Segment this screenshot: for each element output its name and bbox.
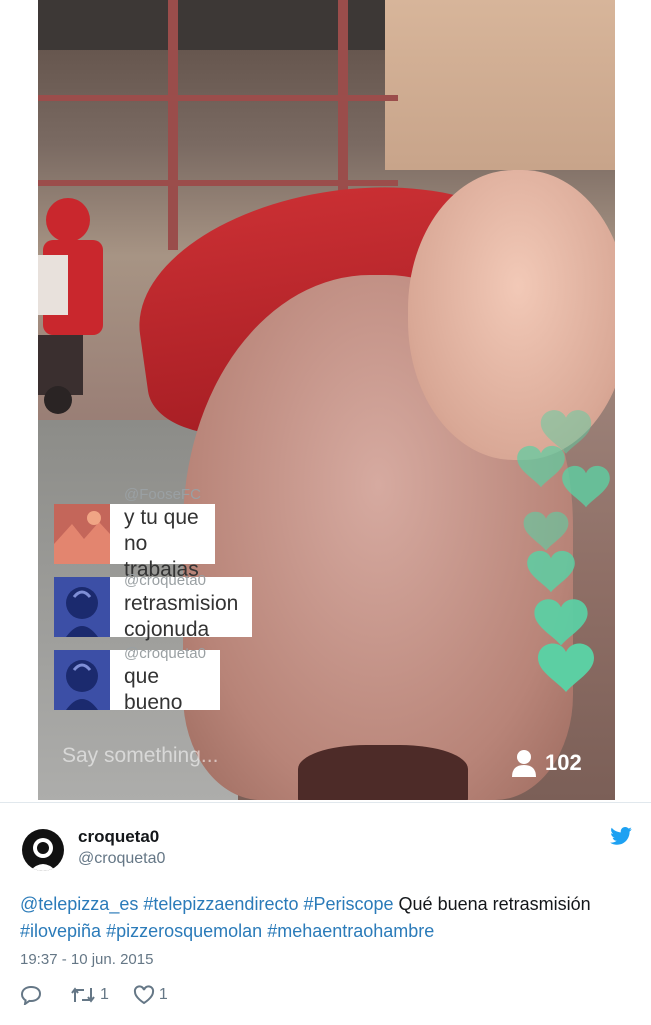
heart-icon xyxy=(562,465,610,508)
tweet-author-name[interactable]: croqueta0 xyxy=(78,827,159,847)
hearts-stream xyxy=(517,410,610,692)
tweet-actions: 1 1 xyxy=(20,985,192,1005)
video-bg-rail xyxy=(38,95,398,101)
tweet-text-segment: Qué buena retrasmisión xyxy=(393,894,591,914)
periscope-video: @FooseFC y tu que no trabajas @croqueta0… xyxy=(38,0,615,800)
comment-bubble: @croqueta0 que bueno xyxy=(110,645,220,714)
twitter-bird-icon[interactable] xyxy=(610,827,632,845)
tweet-timestamp[interactable]: 19:37 - 10 jun. 2015 xyxy=(20,951,153,968)
retweet-icon xyxy=(71,987,95,1003)
comment-text: que bueno xyxy=(124,665,183,714)
comment-handle: @croqueta0 xyxy=(124,645,206,662)
commenter-avatar xyxy=(54,504,110,564)
like-button[interactable]: 1 xyxy=(133,985,168,1005)
heart-icon xyxy=(538,643,594,692)
video-bg-building xyxy=(385,0,615,170)
person-icon xyxy=(512,750,536,777)
heart-icon xyxy=(534,599,588,646)
comment-text: retrasmision cojonuda xyxy=(124,592,239,641)
video-bg-pole xyxy=(168,0,178,250)
commenter-avatar xyxy=(54,577,110,637)
delivery-person-figure xyxy=(38,198,103,414)
heart-icon xyxy=(517,445,565,488)
chat-comment: @croqueta0 que bueno xyxy=(54,645,220,714)
hashtag-link[interactable]: #Periscope xyxy=(303,894,393,914)
hashtag-link[interactable]: #telepizzaendirecto xyxy=(143,894,298,914)
comment-handle: @croqueta0 xyxy=(124,572,206,589)
chat-comment: @FooseFC y tu que no trabajas xyxy=(54,486,215,581)
hashtag-link[interactable]: #ilovepiña xyxy=(20,921,101,941)
comment-bubble: @FooseFC y tu que no trabajas xyxy=(110,486,215,581)
tweet-mention-link[interactable]: @telepizza_es xyxy=(20,894,138,914)
viewer-count: 102 xyxy=(511,749,582,777)
reply-button[interactable] xyxy=(20,985,46,1005)
reply-icon xyxy=(20,985,42,1005)
chat-comment: @croqueta0 retrasmision cojonuda xyxy=(54,572,253,641)
video-bg-rail xyxy=(38,180,398,186)
heart-icon xyxy=(527,550,575,593)
tweet-author-handle[interactable]: @croqueta0 xyxy=(78,850,165,868)
heart-icon xyxy=(523,511,569,551)
retweet-button[interactable]: 1 xyxy=(70,986,109,1004)
viewer-count-number: 102 xyxy=(545,750,582,775)
like-count: 1 xyxy=(158,986,168,1003)
mouth xyxy=(298,745,468,800)
tweet-text: @telepizza_es #telepizzaendirecto #Peris… xyxy=(20,891,630,945)
retweet-count: 1 xyxy=(100,986,109,1003)
comment-bubble: @croqueta0 retrasmision cojonuda xyxy=(110,572,253,641)
heart-outline-icon xyxy=(133,985,154,1005)
tweet-card: croqueta0 @croqueta0 @telepizza_es #tele… xyxy=(0,802,651,1025)
hashtag-link[interactable]: #pizzerosquemolan xyxy=(106,921,262,941)
say-something-input[interactable]: Say something... xyxy=(62,744,218,768)
comment-handle: @FooseFC xyxy=(124,486,201,503)
hashtag-link[interactable]: #mehaentraohambre xyxy=(267,921,434,941)
tweet-author-avatar[interactable] xyxy=(22,829,64,871)
commenter-avatar xyxy=(54,650,110,710)
